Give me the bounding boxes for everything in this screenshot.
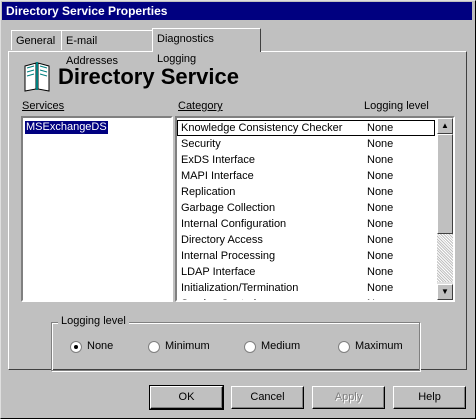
tab-diagnostics-logging[interactable]: Diagnostics Logging	[152, 28, 261, 65]
table-row[interactable]: Knowledge Consistency Checker None	[177, 120, 435, 136]
category-name: Replication	[181, 186, 236, 198]
services-label: Services	[22, 100, 64, 112]
category-name: Internal Configuration	[181, 218, 287, 230]
table-row[interactable]: MAPI Interface None	[177, 168, 435, 184]
table-row[interactable]: Garbage Collection None	[177, 200, 435, 216]
table-row[interactable]: Service Control None	[177, 296, 435, 300]
category-list[interactable]: Knowledge Consistency Checker None Securit…	[175, 116, 455, 302]
tab-email-addresses[interactable]: E-mail Addresses	[61, 30, 153, 67]
category-name: Knowledge Consistency Checker	[181, 122, 343, 134]
radio-minimum-dot[interactable]	[148, 341, 160, 353]
vertical-scrollbar[interactable]: ▲ ▼	[437, 118, 453, 300]
radio-maximum-label: Maximum	[355, 340, 403, 352]
tab-general-label: General	[16, 35, 56, 47]
radio-none-label: None	[87, 340, 114, 352]
table-row[interactable]: LDAP Interface None	[177, 264, 435, 280]
help-button[interactable]: Help	[393, 386, 466, 409]
scroll-track[interactable]	[437, 234, 453, 282]
table-row[interactable]: ExDS Interface None	[177, 152, 435, 168]
list-item[interactable]: MSExchangeDS	[24, 120, 109, 135]
table-row[interactable]: Internal Configuration None	[177, 216, 435, 232]
category-level: None	[367, 186, 394, 198]
radio-none-dot[interactable]	[70, 341, 82, 353]
tab-general[interactable]: General	[11, 30, 62, 50]
category-level: None	[367, 170, 394, 182]
category-level: None	[367, 266, 394, 278]
category-level: None	[367, 154, 394, 166]
category-level: None	[367, 296, 393, 300]
category-level: None	[367, 138, 394, 150]
radio-minimum-label: Minimum	[165, 340, 210, 352]
scroll-up-icon[interactable]: ▲	[437, 118, 453, 134]
services-list[interactable]: MSExchangeDS	[21, 116, 173, 302]
category-name: Internal Processing	[181, 250, 276, 262]
services-label-text: Services	[22, 100, 65, 112]
table-row[interactable]: Directory Access None	[177, 232, 435, 248]
category-name: MAPI Interface	[181, 170, 254, 182]
category-level: None	[367, 282, 394, 294]
ok-button[interactable]: OK	[149, 385, 224, 410]
category-level: None	[367, 250, 394, 262]
category-level: None	[367, 234, 394, 246]
category-name: Initialization/Termination	[181, 282, 299, 294]
category-label-text: Category	[178, 100, 223, 112]
category-label: Category	[178, 100, 223, 112]
scroll-thumb[interactable]	[437, 134, 453, 234]
table-row[interactable]: Internal Processing None	[177, 248, 435, 264]
category-name: Directory Access	[181, 234, 263, 246]
category-level: None	[367, 202, 394, 214]
category-level: None	[367, 218, 394, 230]
category-name: Security	[181, 138, 221, 150]
apply-button[interactable]: Apply	[312, 386, 385, 409]
category-name: LDAP Interface	[181, 266, 256, 278]
category-level: None	[367, 122, 394, 134]
radio-medium-dot[interactable]	[244, 341, 256, 353]
category-name: Service Control	[181, 296, 256, 300]
book-icon	[24, 62, 50, 92]
radio-maximum-dot[interactable]	[338, 341, 350, 353]
logging-level-header: Logging level	[364, 100, 429, 112]
radio-medium-label: Medium	[261, 340, 301, 352]
category-name: ExDS Interface	[181, 154, 255, 166]
category-name: Garbage Collection	[181, 202, 276, 214]
logging-level-group-title: Logging level	[58, 315, 129, 327]
table-row[interactable]: Initialization/Termination None	[177, 280, 435, 296]
page-title: Directory Service	[58, 64, 239, 89]
scroll-down-icon[interactable]: ▼	[437, 284, 453, 300]
table-row[interactable]: Replication None	[177, 184, 435, 200]
cancel-button[interactable]: Cancel	[231, 386, 304, 409]
table-row[interactable]: Security None	[177, 136, 435, 152]
title-bar: Directory Service Properties	[2, 2, 472, 20]
